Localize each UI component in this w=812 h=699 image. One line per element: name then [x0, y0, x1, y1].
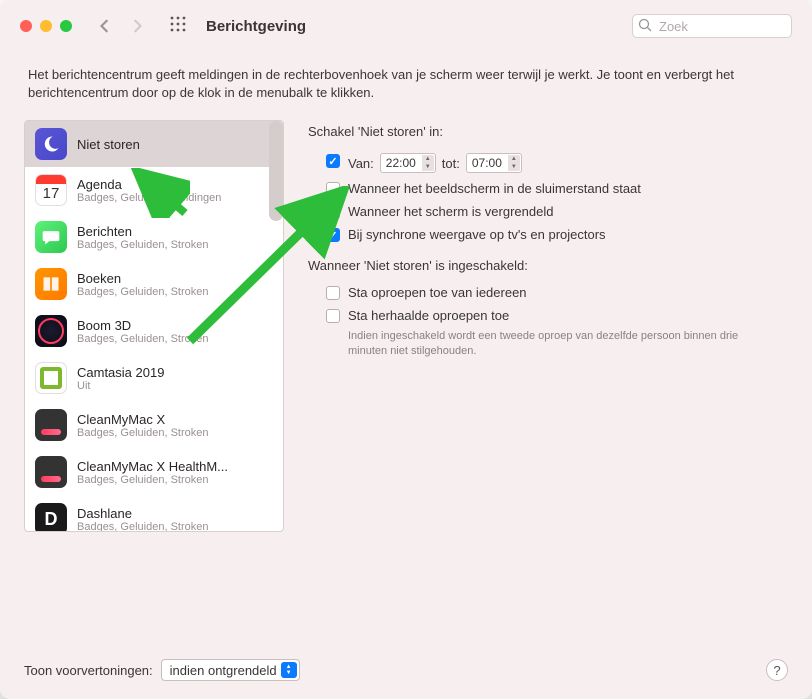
sidebar-item-cleanmymac-health[interactable]: CleanMyMac X HealthM...Badges, Geluiden,… [25, 449, 283, 496]
sidebar-item-dashlane[interactable]: D DashlaneBadges, Geluiden, Stroken [25, 496, 283, 532]
scrollbar[interactable] [269, 121, 283, 221]
option-label: Wanneer het scherm is vergrendeld [348, 204, 553, 219]
option-label: Sta oproepen toe van iedereen [348, 285, 527, 300]
sidebar-item-sub: Badges, Geluiden, Stroken [77, 474, 228, 486]
to-time-stepper[interactable]: ▲▼ [508, 155, 520, 171]
titlebar: Berichtgeving [0, 0, 812, 52]
sidebar-item-sub: Badges, Geluiden, Stroken [77, 333, 208, 345]
nav-arrows [98, 19, 144, 33]
section-when-enabled-title: Wanneer 'Niet storen' is ingeschakeld: [308, 258, 780, 273]
sidebar-item-cleanmymac[interactable]: CleanMyMac XBadges, Geluiden, Stroken [25, 402, 283, 449]
repeated-calls-hint: Indien ingeschakeld wordt een tweede opr… [308, 327, 780, 359]
sidebar-item-agenda[interactable]: 17 AgendaBadges, Geluiden, Meldingen [25, 167, 283, 214]
search-icon [638, 18, 652, 32]
sidebar-item-label: CleanMyMac X [77, 412, 208, 427]
dashlane-icon: D [35, 503, 67, 532]
sidebar-item-boeken[interactable]: BoekenBadges, Geluiden, Stroken [25, 261, 283, 308]
sidebar-item-sub: Badges, Geluiden, Stroken [77, 521, 208, 533]
checkbox-display-sleep[interactable] [326, 182, 340, 196]
preferences-window: Berichtgeving Het berichtencentrum geeft… [0, 0, 812, 699]
section-enable-title: Schakel 'Niet storen' in: [308, 124, 780, 139]
to-time-input[interactable]: 07:00 ▲▼ [466, 153, 522, 173]
option-time-range: Van: 22:00 ▲▼ tot: 07:00 ▲▼ [308, 149, 780, 177]
sidebar-item-label: Agenda [77, 177, 221, 192]
search-wrap [632, 14, 792, 38]
books-icon [35, 268, 67, 300]
calendar-icon: 17 [35, 174, 67, 206]
option-locked: Wanneer het scherm is vergrendeld [308, 200, 780, 223]
cleanmymac-icon [35, 409, 67, 441]
checkbox-time-range[interactable] [326, 154, 340, 168]
from-time-stepper[interactable]: ▲▼ [422, 155, 434, 171]
sidebar-item-niet-storen[interactable]: Niet storen [25, 121, 283, 167]
option-label: Bij synchrone weergave op tv's en projec… [348, 227, 606, 242]
sidebar-item-berichten[interactable]: BerichtenBadges, Geluiden, Stroken [25, 214, 283, 261]
minimize-button[interactable] [40, 20, 52, 32]
sidebar-item-boom3d[interactable]: Boom 3DBadges, Geluiden, Stroken [25, 308, 283, 355]
checkbox-locked[interactable] [326, 205, 340, 219]
sidebar-item-label: Boom 3D [77, 318, 208, 333]
page-title: Berichtgeving [206, 18, 306, 35]
preview-select[interactable]: indien ontgrendeld ▲▼ [161, 659, 300, 681]
sidebar-item-label: CleanMyMac X HealthM... [77, 459, 228, 474]
checkbox-repeated-calls[interactable] [326, 309, 340, 323]
sidebar-item-sub: Badges, Geluiden, Stroken [77, 427, 208, 439]
traffic-lights [20, 20, 72, 32]
app-list[interactable]: Niet storen 17 AgendaBadges, Geluiden, M… [24, 120, 284, 532]
option-label: Wanneer het beeldscherm in de sluimersta… [348, 181, 641, 196]
sidebar-item-sub: Uit [77, 380, 164, 392]
description-text: Het berichtencentrum geeft meldingen in … [0, 52, 812, 120]
sidebar-item-sub: Badges, Geluiden, Stroken [77, 286, 208, 298]
sidebar-item-sub: Badges, Geluiden, Meldingen [77, 192, 221, 204]
camtasia-icon [35, 362, 67, 394]
sidebar-item-sub: Badges, Geluiden, Stroken [77, 239, 208, 251]
main-content: Niet storen 17 AgendaBadges, Geluiden, M… [0, 120, 812, 532]
help-button[interactable]: ? [766, 659, 788, 681]
zoom-button[interactable] [60, 20, 72, 32]
option-display-sleep: Wanneer het beeldscherm in de sluimersta… [308, 177, 780, 200]
messages-icon [35, 221, 67, 253]
option-calls-everyone: Sta oproepen toe van iedereen [308, 281, 780, 304]
footer: Toon voorvertoningen: indien ontgrendeld… [24, 659, 788, 681]
forward-arrow-icon[interactable] [130, 19, 144, 33]
settings-panel: Schakel 'Niet storen' in: Van: 22:00 ▲▼ … [300, 120, 788, 532]
search-input[interactable] [632, 14, 792, 38]
sidebar-item-label: Boeken [77, 271, 208, 286]
sidebar-item-camtasia[interactable]: Camtasia 2019Uit [25, 355, 283, 402]
grid-icon[interactable] [170, 16, 186, 37]
moon-icon [35, 128, 67, 160]
cleanmymac-health-icon [35, 456, 67, 488]
from-time-input[interactable]: 22:00 ▲▼ [380, 153, 436, 173]
preview-label: Toon voorvertoningen: [24, 663, 153, 678]
sidebar-item-label: Dashlane [77, 506, 208, 521]
sidebar-item-label: Camtasia 2019 [77, 365, 164, 380]
option-label: Sta herhaalde oproepen toe [348, 308, 509, 323]
select-arrows-icon: ▲▼ [281, 662, 297, 678]
back-arrow-icon[interactable] [98, 19, 112, 33]
close-button[interactable] [20, 20, 32, 32]
boom3d-icon [35, 315, 67, 347]
sidebar-item-label: Berichten [77, 224, 208, 239]
checkbox-mirroring[interactable] [326, 228, 340, 242]
sidebar-item-label: Niet storen [77, 137, 140, 152]
to-label: tot: [442, 156, 460, 171]
option-mirroring: Bij synchrone weergave op tv's en projec… [308, 223, 780, 246]
option-repeated-calls: Sta herhaalde oproepen toe [308, 304, 780, 327]
checkbox-calls-everyone[interactable] [326, 286, 340, 300]
from-label: Van: [348, 156, 374, 171]
